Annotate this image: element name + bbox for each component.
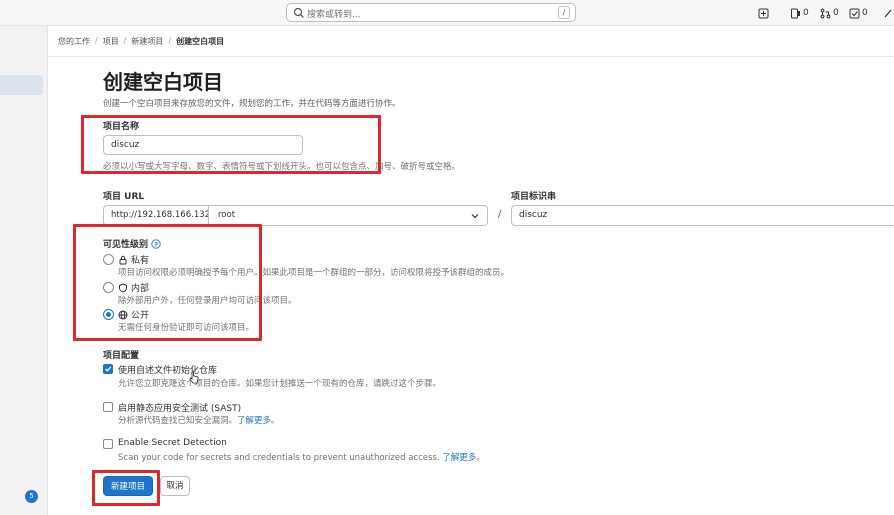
secret-detection-desc: Scan your code for secrets and credentia… [118,453,440,463]
visibility-internal-label: 内部 [131,284,150,294]
sast-learn-more-link[interactable]: 了解更多 [237,416,271,426]
top-bar: 搜索或转到... / 0 0 0 [0,0,894,26]
sast-desc: 分析源代码查找已知安全漏洞。 [118,416,238,426]
search-icon [293,7,304,18]
project-config-label: 项目配置 [103,351,140,361]
visibility-label: 可见性级别 [103,240,149,250]
visibility-private-option[interactable]: 私有 [118,253,149,266]
project-name-hint: 必须以小写或大写字母、数字、表情符号或下划线开头。也可以包含点、加号、破折号或空… [103,162,461,172]
divider [48,56,894,57]
lock-icon [119,255,127,264]
visibility-public-radio[interactable] [103,309,114,320]
page-title: 创建空白项目 [103,70,223,94]
chevron-down-icon [471,214,479,219]
create-project-button[interactable]: 新建项目 [103,476,153,496]
plus-square-icon [758,8,769,18]
todos-button[interactable]: 0 [849,6,868,20]
project-url-prefix: http://192.168.166.132/ [103,205,213,226]
namespace-select[interactable]: root [208,205,488,226]
sast-label[interactable]: 启用静态应用安全测试 (SAST) [118,401,241,414]
user-menu-button[interactable] [883,6,894,20]
breadcrumb: 您的工作 / 项目 / 新建项目 / 创建空白项目 [58,36,224,47]
search-input[interactable]: 搜索或转到... / [286,3,576,22]
secret-detection-label[interactable]: Enable Secret Detection [118,438,227,448]
project-name-input[interactable]: discuz [103,135,303,155]
visibility-public-label: 公开 [131,311,150,321]
mouse-cursor-icon [189,371,199,384]
checkmark-icon [105,366,112,372]
breadcrumb-separator: / [123,36,127,45]
page-description: 创建一个空白项目来存放您的文件，规划您的工作，并在代码等方面进行协作。 [103,99,401,109]
visibility-private-label: 私有 [131,256,150,266]
issues-count: 0 [803,8,809,18]
sidebar: 5 [0,26,48,515]
merge-requests-button[interactable]: 0 [820,6,839,20]
project-name-label: 项目名称 [103,122,140,132]
visibility-internal-radio[interactable] [103,282,114,293]
cancel-button[interactable]: 取消 [160,476,190,496]
merge-request-icon [820,8,831,18]
search-shortcut-hint: / [558,6,570,19]
url-separator: / [498,209,502,220]
init-readme-label[interactable]: 使用自述文件初始化仓库 [118,363,217,376]
visibility-internal-desc: 除外部用户外，任何登录用户均可访问该项目。 [118,296,297,306]
sast-desc-row: 分析源代码查找已知安全漏洞。了解更多。 [118,414,280,426]
globe-icon [118,310,128,319]
visibility-section: 可见性级别 ? [103,237,161,250]
create-new-button[interactable] [758,6,769,20]
breadcrumb-separator: / [95,36,98,45]
shield-icon [119,282,127,293]
todos-count: 0 [862,8,868,18]
merge-requests-count: 0 [833,8,839,18]
secret-detection-desc-suffix: 。 [476,453,485,463]
help-icon[interactable]: ? [151,238,161,249]
sast-desc-suffix: 。 [271,416,280,426]
project-slug-label: 项目标识串 [511,192,557,202]
project-slug-input[interactable]: discuz [511,205,894,226]
help-badge[interactable]: 5 [25,490,38,503]
visibility-private-radio[interactable] [103,254,114,265]
secret-detection-desc-row: Scan your code for secrets and credentia… [118,451,485,463]
secret-detection-checkbox[interactable] [103,439,113,449]
breadcrumb-your-work[interactable]: 您的工作 [58,36,90,47]
visibility-private-desc: 项目访问权限必须明确授予每个用户。如果此项目是一个群组的一部分，访问权限将授予该… [118,268,510,278]
namespace-value: root [218,210,236,220]
issues-icon [791,8,800,18]
svg-text:?: ? [154,240,158,248]
sidebar-active-item[interactable] [0,75,43,95]
issues-button[interactable]: 0 [790,6,809,20]
breadcrumb-current: 创建空白项目 [176,37,225,46]
breadcrumb-new-project[interactable]: 新建项目 [131,36,163,47]
search-placeholder: 搜索或转到... [307,10,361,20]
breadcrumb-separator: / [168,36,172,45]
init-readme-checkbox[interactable] [103,364,113,374]
visibility-public-option[interactable]: 公开 [118,308,149,321]
sast-checkbox[interactable] [103,402,113,412]
visibility-internal-option[interactable]: 内部 [118,281,149,294]
secret-detection-learn-more-link[interactable]: 了解更多 [442,453,476,463]
pen-icon [884,9,892,17]
visibility-public-desc: 无需任何身份验证即可访问该项目。 [118,323,255,333]
breadcrumb-projects[interactable]: 项目 [103,36,119,47]
project-url-label: 项目 URL [103,192,145,202]
todo-icon [849,8,860,18]
init-readme-desc: 允许您立即克隆这个项目的仓库。如果您计划推送一个现有的仓库，请跳过这个步骤。 [118,379,442,389]
